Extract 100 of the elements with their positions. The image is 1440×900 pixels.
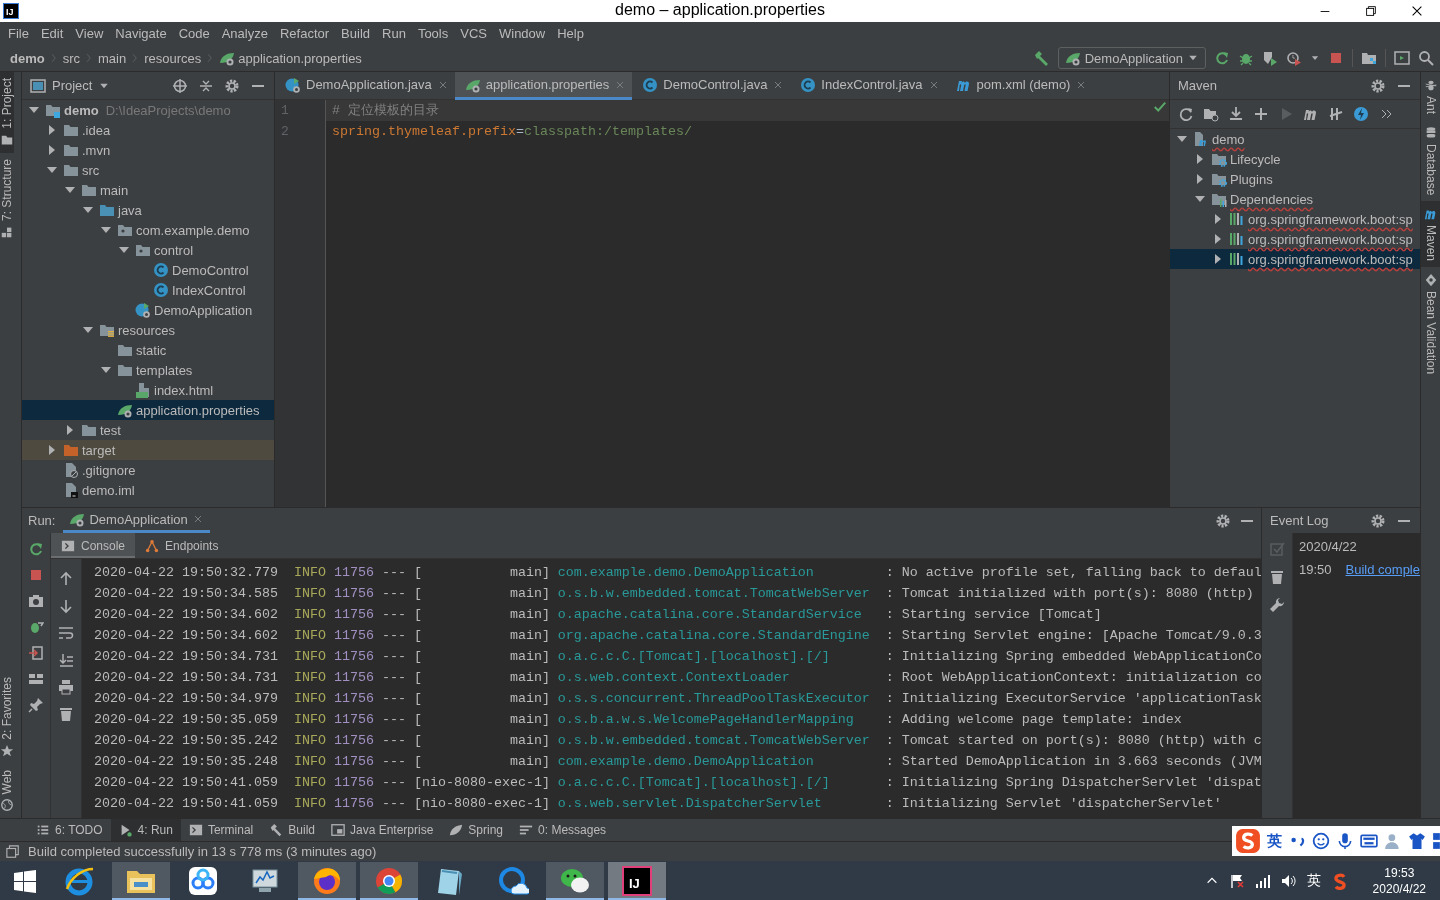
exit-icon[interactable] xyxy=(28,645,44,662)
editor-tab[interactable]: DemoApplication.java xyxy=(275,72,455,100)
volume-icon[interactable] xyxy=(1280,873,1297,889)
menu-item[interactable]: Window xyxy=(492,26,552,41)
taskbar-clock[interactable]: 19:53 2020/4/22 xyxy=(1372,866,1426,896)
up-arrow-icon[interactable] xyxy=(58,571,74,588)
tree-item[interactable]: application.properties xyxy=(22,400,274,420)
tree-item[interactable]: org.springframework.boot:sp xyxy=(1170,249,1420,269)
download-icon[interactable] xyxy=(1228,106,1244,122)
tree-item[interactable]: .mvn xyxy=(22,140,274,160)
editor-tab[interactable]: IndexControl.java xyxy=(790,72,946,100)
menu-item[interactable]: Run xyxy=(376,26,412,41)
input-language[interactable]: 英 xyxy=(1306,872,1321,890)
camera-icon[interactable] xyxy=(28,593,44,610)
tree-item[interactable]: com.example.demo xyxy=(22,220,274,240)
menu-item[interactable]: Refactor xyxy=(273,26,336,41)
menu-item[interactable]: Edit xyxy=(34,26,70,41)
menu-item[interactable]: Tools xyxy=(411,26,455,41)
breadcrumb[interactable]: main xyxy=(94,50,131,66)
network-icon[interactable] xyxy=(1254,873,1271,889)
intellij-icon[interactable]: IJ xyxy=(622,866,652,896)
coverage-icon[interactable] xyxy=(1262,50,1278,66)
tool-window-tab[interactable]: 4: Run xyxy=(110,819,181,841)
console-tab[interactable]: Console xyxy=(51,533,136,559)
editor-tab[interactable]: DemoControl.java xyxy=(632,72,791,100)
firefox-icon[interactable] xyxy=(311,865,343,897)
tree-item[interactable]: templates xyxy=(22,360,274,380)
tool-window-tab[interactable]: 7: Structure xyxy=(0,152,14,245)
lightning-icon[interactable] xyxy=(1353,106,1369,122)
tree-item[interactable]: Plugins xyxy=(1170,169,1420,189)
tool-window-tab[interactable]: Maven xyxy=(1421,201,1440,268)
breadcrumb[interactable]: src xyxy=(58,50,84,66)
tree-item[interactable]: control xyxy=(22,240,274,260)
hammer-icon[interactable] xyxy=(1033,50,1050,66)
editor-tab[interactable]: pom.xml (demo) xyxy=(945,72,1094,100)
tree-item[interactable]: demo xyxy=(1170,129,1420,149)
tree-item[interactable]: Lifecycle xyxy=(1170,149,1420,169)
cloud-drive-icon[interactable] xyxy=(187,865,219,897)
tree-item[interactable]: Dependencies xyxy=(1170,189,1420,209)
tree-item[interactable]: demo.iml xyxy=(22,480,274,500)
tree-item[interactable]: demo D:\IdeaProjects\demo xyxy=(22,100,274,120)
folder-refresh-icon[interactable] xyxy=(1203,106,1219,122)
breadcrumb[interactable]: resources xyxy=(140,50,206,66)
project-view-dropdown[interactable]: Project xyxy=(30,77,111,94)
tree-item[interactable]: test xyxy=(22,420,274,440)
tree-item[interactable]: src xyxy=(22,160,274,180)
project-structure-icon[interactable] xyxy=(1361,50,1377,66)
trash-icon[interactable] xyxy=(1269,569,1285,586)
rerun-icon[interactable] xyxy=(1214,50,1230,66)
browser-icon[interactable] xyxy=(63,865,95,897)
search-icon[interactable] xyxy=(1418,50,1434,66)
taskbar-app[interactable] xyxy=(112,862,170,900)
tool-window-tab[interactable]: 1: Project xyxy=(0,72,14,153)
tool-window-tab[interactable]: 0: Messages xyxy=(511,819,615,841)
wrench-icon[interactable] xyxy=(1269,597,1285,614)
tool-window-tab[interactable]: Terminal xyxy=(180,819,262,841)
windows-start-icon[interactable] xyxy=(13,869,37,893)
menu-item[interactable]: Code xyxy=(172,26,216,41)
crosshair-icon[interactable] xyxy=(172,77,188,94)
down-arrow-icon[interactable] xyxy=(58,598,74,615)
breadcrumb[interactable]: demo xyxy=(6,50,49,66)
debug-restart-icon[interactable] xyxy=(28,619,44,636)
tree-item[interactable]: resources xyxy=(22,320,274,340)
tree-item[interactable]: .idea xyxy=(22,120,274,140)
stop-icon[interactable] xyxy=(1328,50,1344,66)
close-icon[interactable] xyxy=(1410,4,1424,18)
tool-window-tab[interactable]: Build xyxy=(261,819,323,841)
editor-tab[interactable]: application.properties xyxy=(454,72,633,100)
tool-window-tab[interactable]: Ant xyxy=(1421,72,1440,120)
menu-item[interactable]: Build xyxy=(335,26,376,41)
tool-window-tab[interactable]: Bean Validation xyxy=(1421,267,1440,381)
tree-item[interactable]: DemoApplication xyxy=(22,300,274,320)
breadcrumb[interactable]: application.properties xyxy=(215,50,366,66)
menu-item[interactable]: View xyxy=(69,26,110,41)
tool-window-tab[interactable]: Web xyxy=(0,763,14,818)
print-icon[interactable] xyxy=(58,679,74,696)
settings-icon[interactable] xyxy=(224,77,240,94)
pin-icon[interactable] xyxy=(28,697,44,714)
cloud-browser-icon[interactable] xyxy=(497,865,529,897)
soft-wrap-icon[interactable] xyxy=(58,625,74,642)
tree-item[interactable]: target xyxy=(22,440,274,460)
profiler-icon[interactable] xyxy=(1286,50,1302,66)
presentation-icon[interactable] xyxy=(1394,50,1410,66)
tree-item[interactable]: IndexControl xyxy=(22,280,274,300)
chrome-icon[interactable] xyxy=(373,865,405,897)
keyboard-icon[interactable] xyxy=(1360,832,1378,850)
tree-item[interactable]: .gitignore xyxy=(22,460,274,480)
tree-item[interactable]: org.springframework.boot:sp xyxy=(1170,209,1420,229)
menu-item[interactable]: File xyxy=(2,26,35,41)
scroll-to-end-icon[interactable] xyxy=(58,652,74,669)
skip-tests-icon[interactable] xyxy=(1328,106,1344,122)
taskbar-app[interactable] xyxy=(546,862,604,900)
tree-item[interactable]: main xyxy=(22,180,274,200)
event-link[interactable]: Build comple xyxy=(1345,562,1420,578)
flag-icon[interactable] xyxy=(1228,873,1245,889)
tool-window-tab[interactable]: Database xyxy=(1421,120,1440,202)
input-mode-toggle[interactable]: 英 xyxy=(1267,831,1282,851)
console-tab[interactable]: Endpoints xyxy=(135,533,229,559)
settings-icon[interactable] xyxy=(1370,512,1386,529)
menu-item[interactable]: Analyze xyxy=(215,26,274,41)
